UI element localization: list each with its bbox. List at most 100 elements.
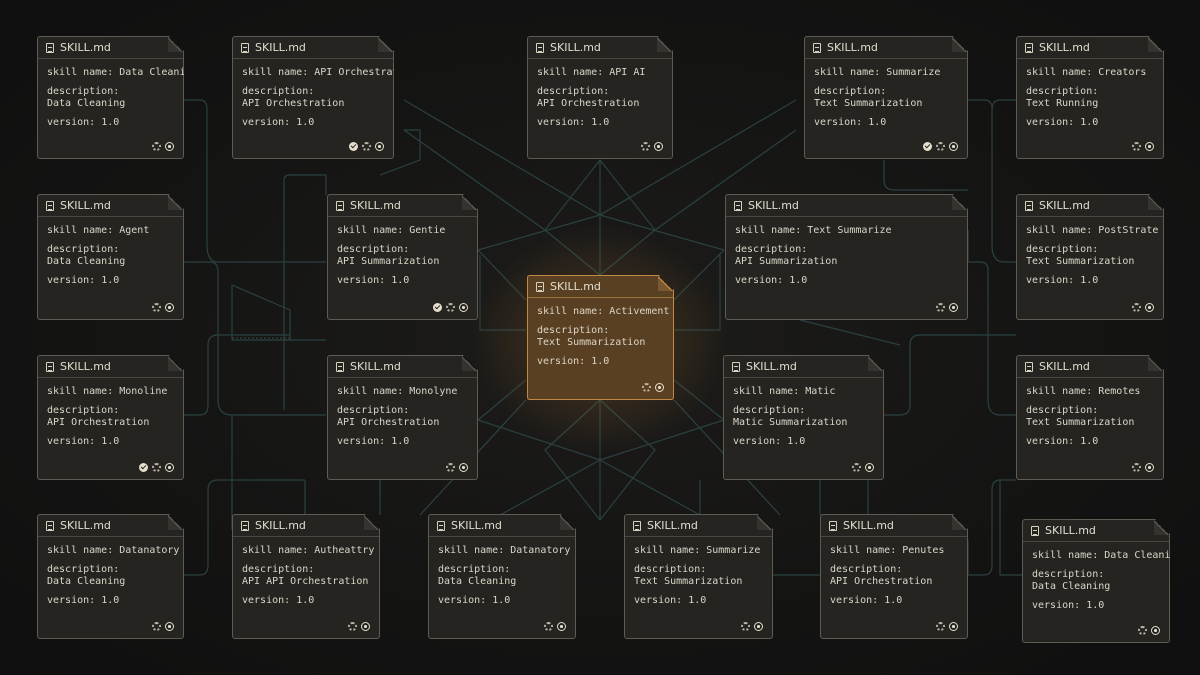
- skill-card[interactable]: SKILL.md skill name: Datanatory descriptio…: [428, 514, 576, 639]
- skill-card[interactable]: SKILL.md skill name: Text Summarize descri…: [725, 194, 968, 320]
- gear-icon[interactable]: [152, 142, 161, 151]
- ring-icon[interactable]: [654, 142, 663, 151]
- skill-card[interactable]: SKILL.md skill name: API AI description: AP…: [527, 36, 673, 159]
- gear-icon[interactable]: [852, 463, 861, 472]
- skill-card[interactable]: SKILL.md skill name: Penutes description: A…: [820, 514, 968, 639]
- description-label: description:: [537, 85, 610, 97]
- file-icon: [241, 43, 249, 53]
- ring-icon[interactable]: [557, 622, 566, 631]
- skill-card[interactable]: SKILL.md skill name: Matic description: Mat…: [723, 355, 884, 480]
- ring-icon[interactable]: [165, 463, 174, 472]
- skill-card[interactable]: SKILL.md skill name: Remotes description: T…: [1016, 355, 1164, 480]
- card-header: SKILL.md: [805, 37, 967, 59]
- ring-icon[interactable]: [375, 142, 384, 151]
- card-status-icons: [852, 463, 874, 472]
- ring-icon[interactable]: [1151, 626, 1160, 635]
- skill-card[interactable]: SKILL.md skill name: Summarize description…: [804, 36, 968, 159]
- check-icon[interactable]: [433, 303, 442, 312]
- card-header: SKILL.md: [1017, 37, 1163, 59]
- gear-icon[interactable]: [446, 463, 455, 472]
- skill-card[interactable]: SKILL.md skill name: PostStrate descriptio…: [1016, 194, 1164, 320]
- ring-icon[interactable]: [1145, 303, 1154, 312]
- skill-name-label: skill name:: [242, 67, 315, 78]
- skill-card[interactable]: SKILL.md skill name: Autheattry descriptio…: [232, 514, 380, 639]
- skill-name-value: Autheattry: [314, 545, 375, 556]
- skill-card[interactable]: SKILL.md skill name: Data Cleaning descrip…: [37, 36, 184, 159]
- skill-name-value: Monoline: [119, 386, 168, 397]
- ring-icon[interactable]: [949, 622, 958, 631]
- description-label: description:: [242, 85, 315, 97]
- ring-icon[interactable]: [165, 622, 174, 631]
- skill-name-label: skill name:: [735, 225, 808, 236]
- card-status-icons: [1132, 463, 1154, 472]
- skill-card-highlighted[interactable]: SKILL.md skill name: Activement descriptio…: [527, 275, 674, 400]
- ring-icon[interactable]: [459, 463, 468, 472]
- card-status-icons: [1132, 303, 1154, 312]
- version-label: version:: [47, 435, 102, 447]
- ring-icon[interactable]: [655, 383, 664, 392]
- gear-icon[interactable]: [1132, 142, 1141, 151]
- version-label: version:: [47, 274, 102, 286]
- gear-icon[interactable]: [152, 622, 161, 631]
- gear-icon[interactable]: [1132, 303, 1141, 312]
- gear-icon[interactable]: [152, 463, 161, 472]
- skill-card[interactable]: SKILL.md skill name: Data Cleaning descrip…: [1022, 519, 1170, 643]
- version-row: version: 1.0: [537, 117, 663, 130]
- card-body: skill name: Creators description: Text Run…: [1017, 59, 1163, 129]
- gear-icon[interactable]: [1138, 626, 1147, 635]
- file-name: SKILL.md: [1045, 524, 1096, 537]
- version-label: version:: [733, 435, 788, 447]
- gear-icon[interactable]: [348, 622, 357, 631]
- gear-icon[interactable]: [936, 303, 945, 312]
- gear-icon[interactable]: [1132, 463, 1141, 472]
- check-icon[interactable]: [139, 463, 148, 472]
- description-label: description:: [337, 404, 410, 416]
- gear-icon[interactable]: [362, 142, 371, 151]
- version-row: version: 1.0: [814, 117, 958, 130]
- version-row: version: 1.0: [1032, 600, 1160, 613]
- ring-icon[interactable]: [165, 303, 174, 312]
- gear-icon[interactable]: [936, 622, 945, 631]
- ring-icon[interactable]: [865, 463, 874, 472]
- skill-card[interactable]: SKILL.md skill name: Monolyne description:…: [327, 355, 478, 480]
- version-row: version: 1.0: [634, 595, 763, 608]
- gear-icon[interactable]: [642, 383, 651, 392]
- ring-icon[interactable]: [459, 303, 468, 312]
- gear-icon[interactable]: [741, 622, 750, 631]
- skill-card[interactable]: SKILL.md skill name: Summarize description…: [624, 514, 773, 639]
- skill-name-value: Activement: [609, 306, 670, 317]
- description-label: description:: [1026, 404, 1099, 416]
- card-body: skill name: PostStrate description: Text S…: [1017, 217, 1163, 287]
- description-value: Data Cleaning: [47, 256, 126, 267]
- card-header: SKILL.md: [429, 515, 575, 537]
- description-value: Data Cleaning: [47, 576, 126, 587]
- skill-card[interactable]: SKILL.md skill name: Creators description:…: [1016, 36, 1164, 159]
- ring-icon[interactable]: [949, 142, 958, 151]
- skill-name-label: skill name:: [337, 225, 410, 236]
- skill-card[interactable]: SKILL.md skill name: Agent description: Dat…: [37, 194, 184, 320]
- card-header: SKILL.md: [233, 37, 393, 59]
- skill-card[interactable]: SKILL.md skill name: Gentie description: AP…: [327, 194, 478, 320]
- check-icon[interactable]: [923, 142, 932, 151]
- card-status-icons: [139, 463, 174, 472]
- gear-icon[interactable]: [936, 142, 945, 151]
- file-icon: [46, 521, 54, 531]
- gear-icon[interactable]: [152, 303, 161, 312]
- gear-icon[interactable]: [544, 622, 553, 631]
- card-body: skill name: Datanatory description: Data C…: [38, 537, 183, 607]
- ring-icon[interactable]: [754, 622, 763, 631]
- ring-icon[interactable]: [165, 142, 174, 151]
- ring-icon[interactable]: [1145, 142, 1154, 151]
- skill-card[interactable]: SKILL.md skill name: Datanatory descriptio…: [37, 514, 184, 639]
- gear-icon[interactable]: [641, 142, 650, 151]
- ring-icon[interactable]: [361, 622, 370, 631]
- gear-icon[interactable]: [446, 303, 455, 312]
- ring-icon[interactable]: [1145, 463, 1154, 472]
- skill-card[interactable]: SKILL.md skill name: Monoline description:…: [37, 355, 184, 480]
- skill-card[interactable]: SKILL.md skill name: API Orchestration des…: [232, 36, 394, 159]
- ring-icon[interactable]: [949, 303, 958, 312]
- version-value: 1.0: [1080, 116, 1099, 128]
- card-status-icons: [1132, 142, 1154, 151]
- check-icon[interactable]: [349, 142, 358, 151]
- file-name: SKILL.md: [746, 360, 797, 373]
